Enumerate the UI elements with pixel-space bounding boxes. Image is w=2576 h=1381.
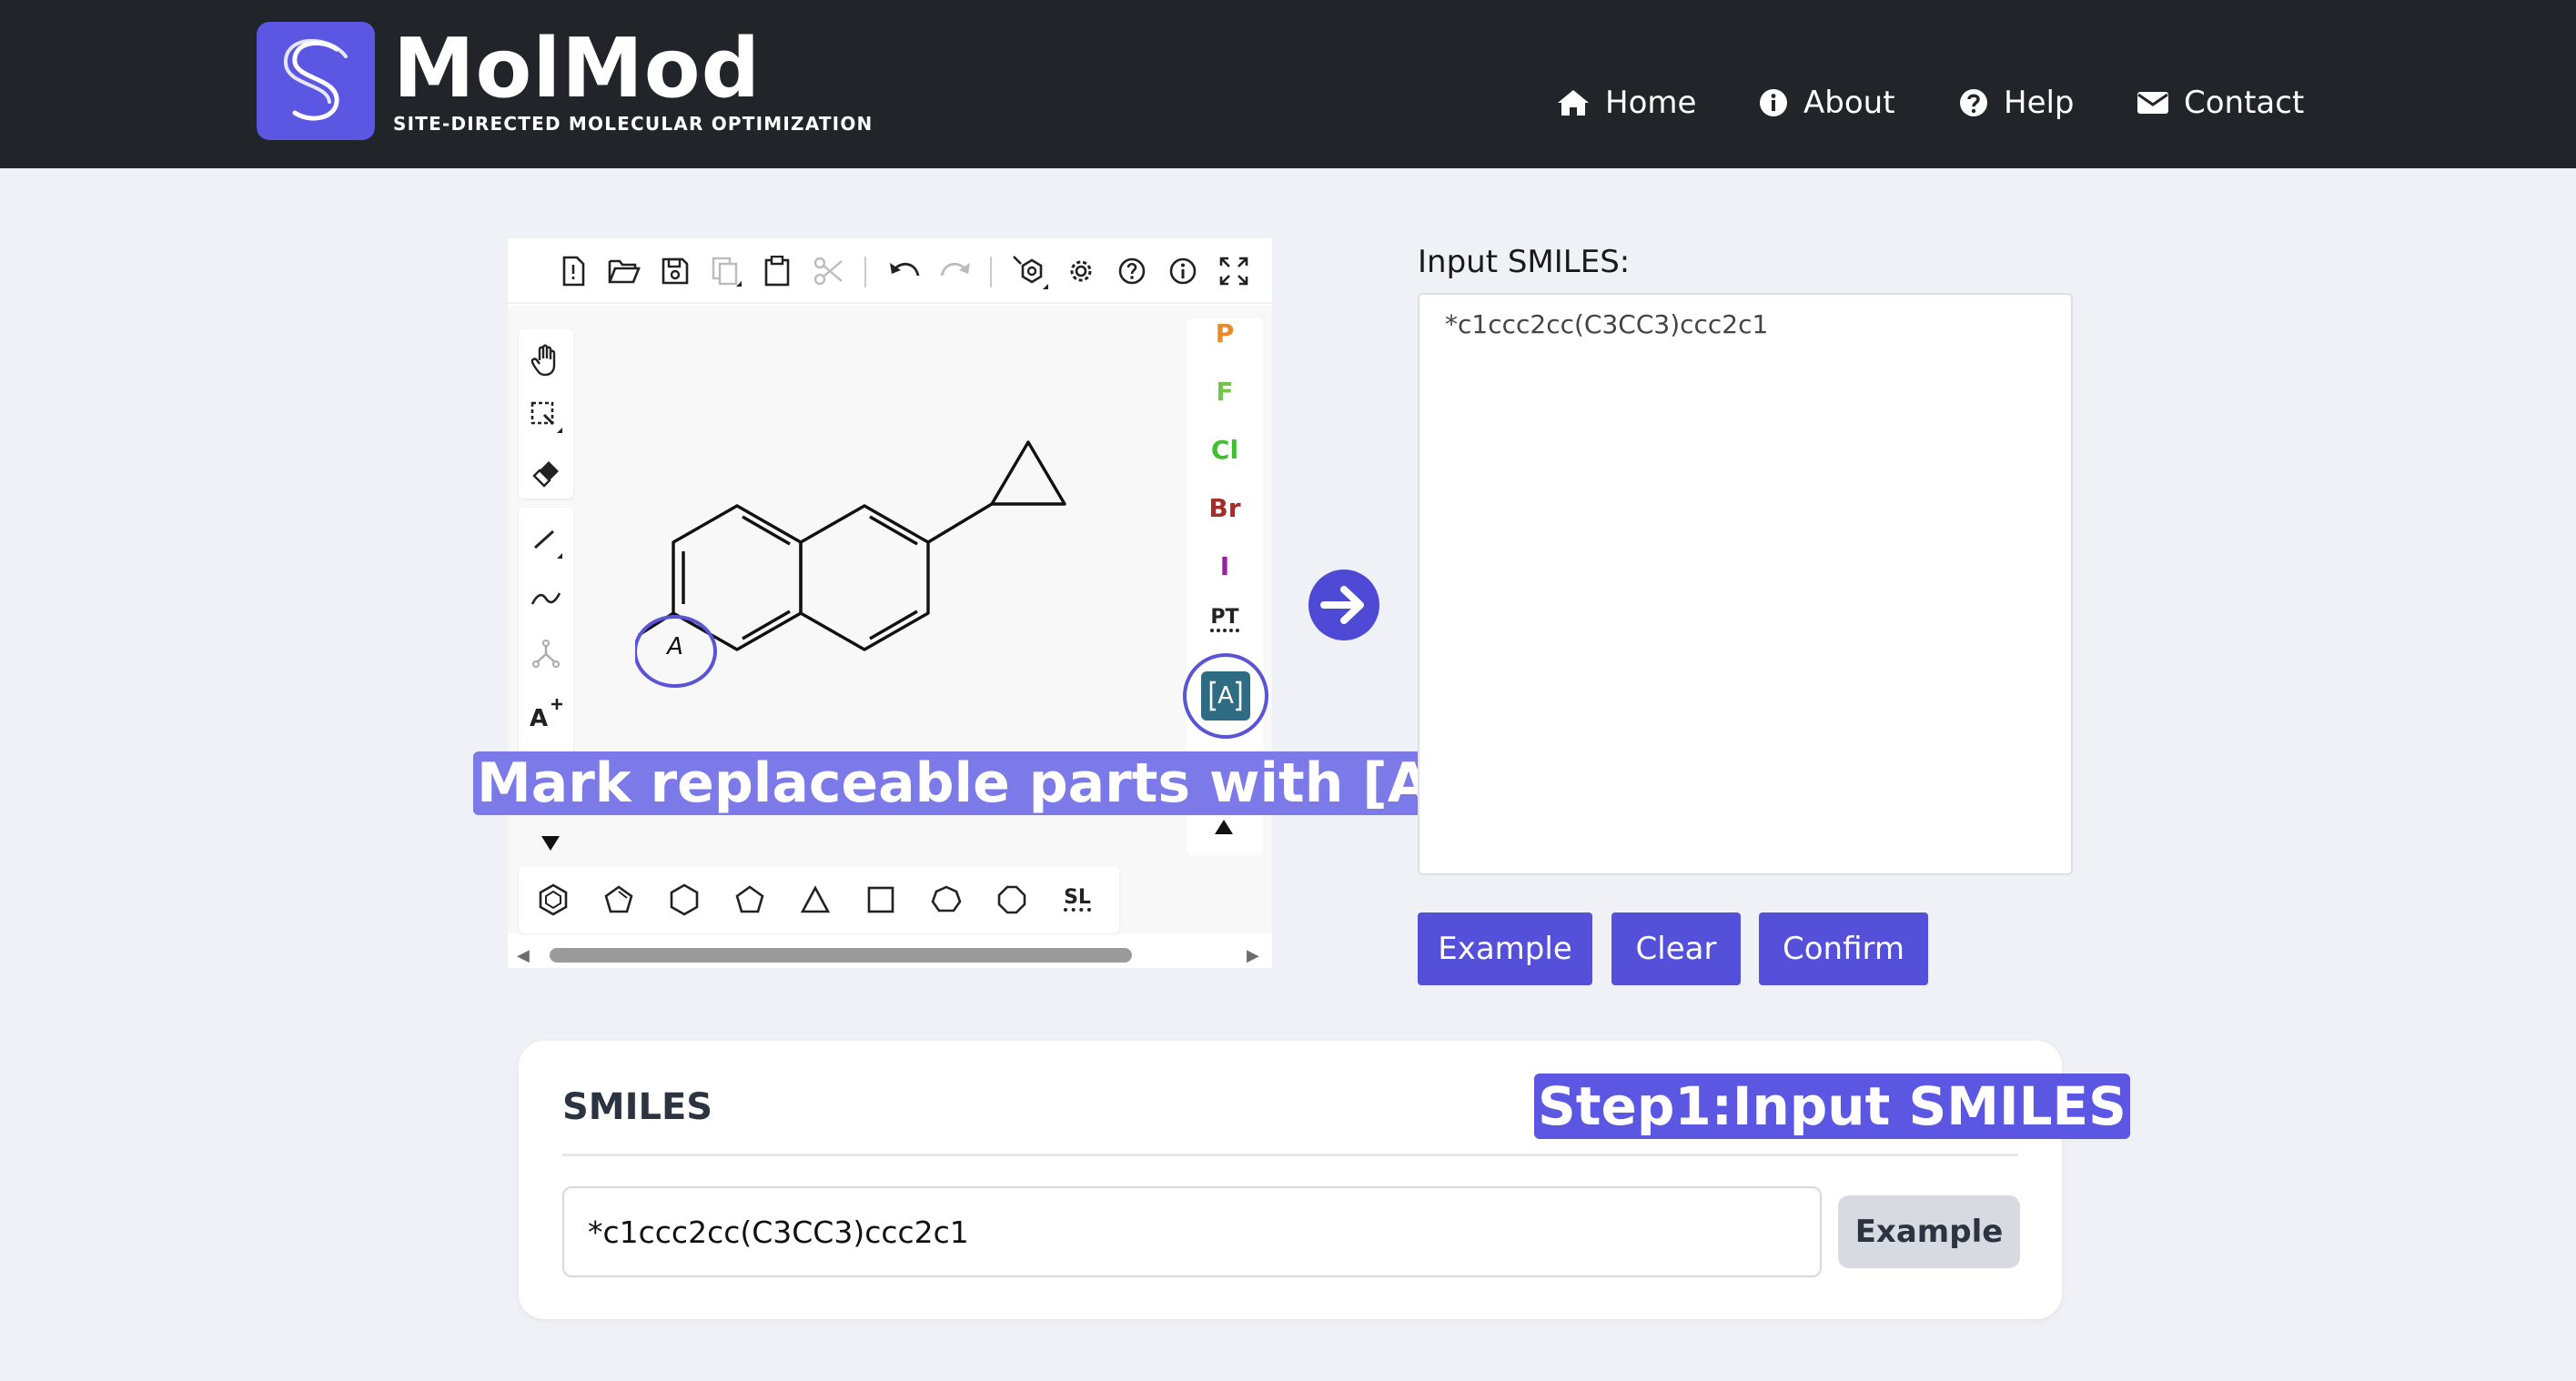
smiles-card: SMILES Step1:Input SMILES Example: [519, 1041, 2130, 1319]
periodic-table-button[interactable]: PT: [1187, 606, 1263, 632]
scroll-right-icon[interactable]: ▶: [1247, 946, 1259, 965]
horizontal-scrollbar[interactable]: ◀ ▶: [508, 939, 1272, 968]
rgroup-a-label: A: [667, 633, 683, 660]
charge-icon[interactable]: A: [526, 693, 566, 733]
envelope-icon: [2137, 92, 2168, 114]
scroll-left-icon[interactable]: ◀: [517, 946, 530, 965]
confirm-button[interactable]: Confirm: [1759, 912, 1928, 985]
card-divider: [562, 1154, 2018, 1156]
chain-icon[interactable]: [526, 579, 566, 619]
cycloheptane-icon[interactable]: [926, 880, 966, 920]
benzene-icon[interactable]: [533, 880, 573, 920]
clear-button[interactable]: Clear: [1611, 912, 1741, 985]
nav-help-label: Help: [2004, 85, 2075, 121]
info-icon[interactable]: [1163, 251, 1203, 291]
info-icon: [1760, 89, 1787, 116]
navbar: MolMod SITE-DIRECTED MOLECULAR OPTIMIZAT…: [0, 0, 2576, 168]
logo[interactable]: [257, 22, 375, 140]
nav-home[interactable]: Home: [1556, 80, 1696, 126]
element-i-label: I: [1219, 551, 1230, 581]
template-icon[interactable]: [526, 635, 566, 675]
structure-library-icon[interactable]: SL: [1057, 880, 1097, 920]
input-smiles-label: Input SMILES:: [1418, 244, 1631, 280]
element-cl-button[interactable]: Cl: [1187, 435, 1263, 465]
redo-icon[interactable]: [935, 251, 975, 291]
logo-s-icon: [283, 38, 348, 121]
example-button[interactable]: Example: [1418, 912, 1592, 985]
cyclopentane-icon[interactable]: [730, 880, 770, 920]
brand-title: MolMod: [393, 21, 762, 116]
element-br-label: Br: [1208, 493, 1241, 523]
left-toolbar-scroll-down-icon[interactable]: [540, 835, 561, 856]
toolbar-separator: [990, 257, 992, 287]
nav-contact-label: Contact: [2184, 85, 2305, 121]
element-f-button[interactable]: F: [1187, 377, 1263, 407]
aromatize-icon[interactable]: [1010, 251, 1050, 291]
element-cl-label: Cl: [1210, 435, 1239, 465]
select-icon[interactable]: [526, 397, 566, 437]
paste-icon[interactable]: [757, 251, 797, 291]
help-icon[interactable]: [1112, 251, 1152, 291]
scroll-thumb[interactable]: [550, 948, 1132, 963]
fullscreen-icon[interactable]: [1214, 251, 1254, 291]
arrow-right-icon: [1320, 586, 1364, 624]
editor-top-toolbar: [508, 238, 1272, 304]
molecule-editor: A A P F Cl Br I PT A SL ◀ ▶: [508, 238, 1272, 968]
copy-icon[interactable]: [706, 251, 746, 291]
element-p-label: P: [1215, 318, 1235, 348]
cyclopropane-icon[interactable]: [795, 880, 835, 920]
rgroup-tool-label: A: [1217, 682, 1234, 710]
editor-left-toolbar: A: [519, 329, 573, 757]
undo-icon[interactable]: [884, 251, 924, 291]
save-icon[interactable]: [655, 251, 695, 291]
rgroup-tool-button[interactable]: A: [1201, 671, 1250, 721]
cut-icon[interactable]: [808, 251, 848, 291]
transfer-arrow-button[interactable]: [1308, 570, 1379, 640]
bond-icon[interactable]: [526, 522, 566, 562]
smiles-example-button[interactable]: Example: [1838, 1195, 2020, 1268]
toolbar-separator: [864, 257, 866, 287]
nav-contact[interactable]: Contact: [2137, 80, 2304, 126]
settings-icon[interactable]: [1061, 251, 1101, 291]
cyclooctane-icon[interactable]: [992, 880, 1032, 920]
eraser-icon[interactable]: [526, 453, 566, 493]
open-folder-icon[interactable]: [604, 251, 644, 291]
question-icon: [1960, 89, 1987, 116]
nav-help[interactable]: Help: [1958, 80, 2075, 126]
smiles-textarea[interactable]: *c1ccc2cc(C3CC3)ccc2c1: [1418, 293, 2073, 875]
brand-subtitle: SITE-DIRECTED MOLECULAR OPTIMIZATION: [393, 113, 874, 135]
element-br-button[interactable]: Br: [1187, 493, 1263, 523]
nav-about-label: About: [1803, 85, 1895, 121]
cyclohexane-icon[interactable]: [664, 880, 704, 920]
cyclopentadiene-icon[interactable]: [599, 880, 639, 920]
smiles-input[interactable]: [562, 1186, 1822, 1277]
template-toolbar: SL: [519, 866, 1119, 933]
step-label: Step1:Input SMILES: [1534, 1074, 2130, 1139]
periodic-table-label: PT: [1210, 606, 1239, 632]
smiles-card-title: SMILES: [562, 1086, 713, 1128]
rgroup-a-atom[interactable]: A: [633, 615, 717, 688]
svg-text:A: A: [530, 705, 548, 730]
element-i-button[interactable]: I: [1187, 551, 1263, 581]
structure-library-label: SL: [1064, 888, 1091, 912]
element-toolbar-scroll-up-icon[interactable]: [1214, 819, 1234, 840]
home-icon: [1558, 90, 1589, 116]
nav-about[interactable]: About: [1758, 80, 1895, 126]
element-p-button[interactable]: P: [1187, 318, 1263, 348]
new-file-icon[interactable]: [553, 251, 593, 291]
hand-icon[interactable]: [526, 340, 566, 380]
molecule-structure[interactable]: [508, 306, 1272, 933]
element-f-label: F: [1216, 377, 1234, 407]
cyclobutane-icon[interactable]: [861, 880, 901, 920]
nav-home-label: Home: [1605, 85, 1697, 121]
annotation-mark-replaceable: Mark replaceable parts with [A]: [473, 751, 1477, 815]
drawing-canvas[interactable]: A: [508, 306, 1272, 933]
